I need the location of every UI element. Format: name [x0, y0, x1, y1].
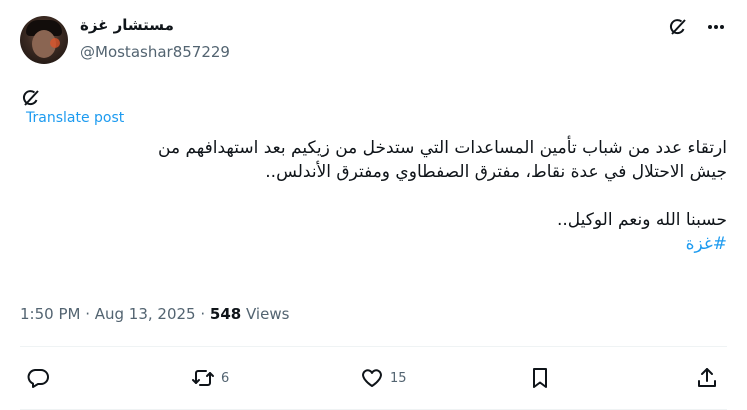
- avatar[interactable]: [20, 16, 68, 64]
- grok-icon[interactable]: [667, 16, 689, 38]
- share-button[interactable]: [695, 366, 719, 390]
- post-text: ارتقاء عدد من شباب تأمين المساعدات التي …: [20, 136, 727, 256]
- views-label: Views: [241, 305, 290, 323]
- header-actions: [667, 16, 727, 38]
- reply-icon: [26, 366, 50, 390]
- share-icon: [695, 366, 719, 390]
- divider-top: [20, 346, 727, 347]
- like-button[interactable]: 15: [360, 366, 407, 390]
- repost-button[interactable]: 6: [191, 366, 229, 390]
- heart-icon: [360, 366, 384, 390]
- avatar-highlight: [50, 38, 60, 48]
- post-line-2: جيش الاحتلال في عدة نقاط، مفترق الصفطاوي…: [265, 162, 727, 182]
- grok-translate-icon[interactable]: [20, 87, 42, 109]
- post-timestamp[interactable]: 1:50 PM · Aug 13, 2025 ·: [20, 305, 210, 323]
- like-count: 15: [390, 370, 407, 386]
- post-line-1: ارتقاء عدد من شباب تأمين المساعدات التي …: [158, 138, 727, 158]
- action-bar: 6 15: [20, 366, 727, 396]
- post-meta: 1:50 PM · Aug 13, 2025 · 548 Views: [20, 305, 289, 323]
- more-icon[interactable]: [705, 16, 727, 38]
- display-name[interactable]: مستشار غزة: [80, 16, 174, 34]
- views-count: 548: [209, 305, 242, 323]
- bookmark-button[interactable]: [528, 366, 552, 390]
- post-line-3: حسبنا الله ونعم الوكيل..: [556, 210, 727, 230]
- hashtag-link[interactable]: #غزة: [686, 234, 727, 254]
- bookmark-icon: [528, 366, 552, 390]
- user-handle[interactable]: @Mostashar857229: [80, 43, 230, 61]
- reply-button[interactable]: [26, 366, 56, 390]
- repost-count: 6: [221, 370, 230, 386]
- translate-post-link[interactable]: Translate post: [26, 110, 124, 126]
- repost-icon: [191, 366, 215, 390]
